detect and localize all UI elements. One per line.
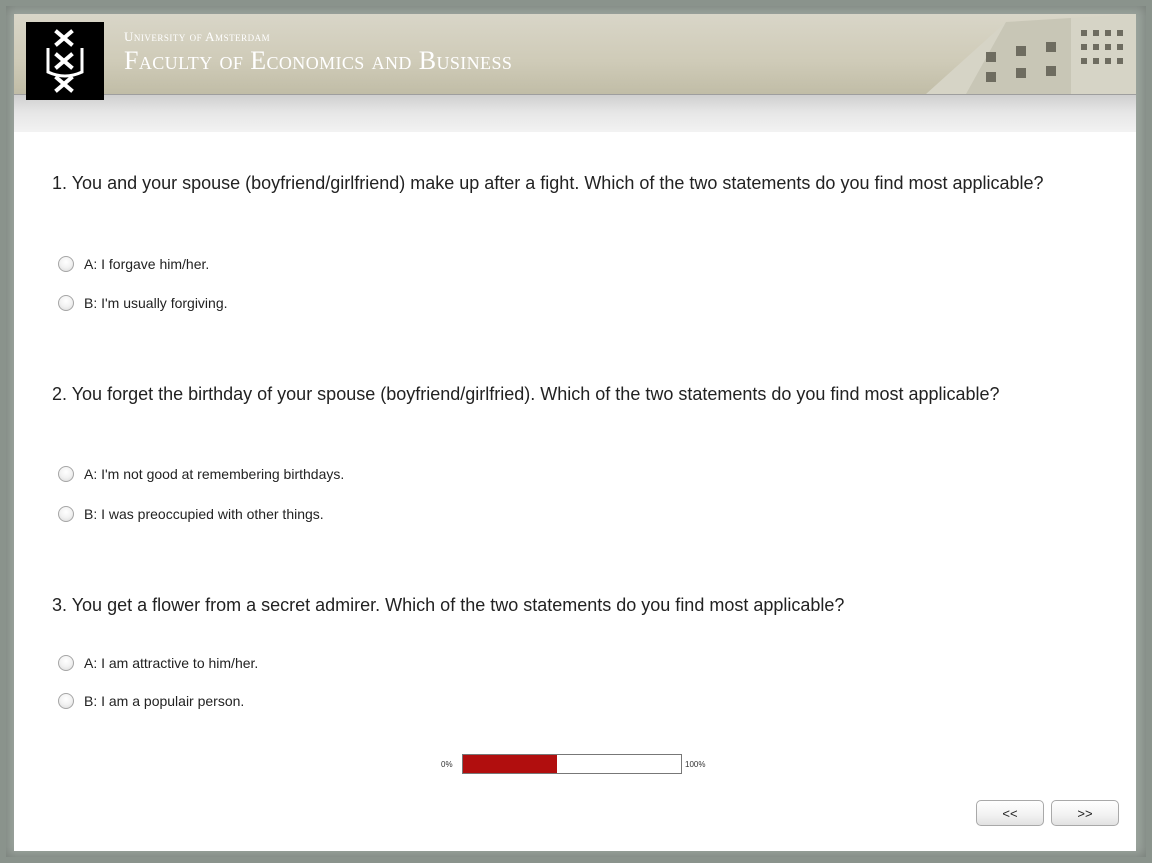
next-button[interactable]: >>	[1051, 800, 1119, 826]
radio-button[interactable]	[58, 256, 74, 272]
header-banner: University of Amsterdam Faculty of Econo…	[14, 14, 1136, 132]
radio-button[interactable]	[58, 466, 74, 482]
question-2-option-b[interactable]: B: I was preoccupied with other things.	[58, 504, 324, 524]
question-3-option-a[interactable]: A: I am attractive to him/her.	[58, 653, 258, 673]
question-3: 3. You get a flower from a secret admire…	[52, 595, 845, 615]
radio-button[interactable]	[58, 295, 74, 311]
radio-button[interactable]	[58, 693, 74, 709]
faculty-name: Faculty of Economics and Business	[124, 46, 513, 75]
radio-button[interactable]	[58, 506, 74, 522]
university-name: University of Amsterdam	[124, 29, 271, 44]
uva-logo-icon	[46, 29, 84, 93]
question-1-option-b[interactable]: B: I'm usually forgiving.	[58, 293, 228, 313]
progress-max-label: 100%	[685, 760, 706, 769]
survey-page: University of Amsterdam Faculty of Econo…	[14, 14, 1136, 851]
uva-logo	[26, 22, 104, 100]
progress-fill	[463, 755, 557, 773]
option-label: B: I was preoccupied with other things.	[84, 506, 324, 522]
back-button[interactable]: <<	[976, 800, 1044, 826]
question-2: 2. You forget the birthday of your spous…	[52, 384, 1000, 404]
option-label: B: I'm usually forgiving.	[84, 295, 228, 311]
question-1-option-a[interactable]: A: I forgave him/her.	[58, 254, 209, 274]
header-strip	[14, 94, 1136, 132]
progress-min-label: 0%	[441, 760, 453, 769]
option-label: A: I am attractive to him/her.	[84, 655, 259, 671]
option-label: A: I'm not good at remembering birthdays…	[84, 466, 345, 482]
option-label: B: I am a populair person.	[84, 693, 245, 709]
question-3-option-b[interactable]: B: I am a populair person.	[58, 691, 244, 711]
building-image	[926, 14, 1136, 94]
progress-bar	[462, 754, 682, 774]
radio-button[interactable]	[58, 655, 74, 671]
option-label: A: I forgave him/her.	[84, 256, 210, 272]
question-1: 1. You and your spouse (boyfriend/girlfr…	[52, 173, 1044, 193]
question-2-option-a[interactable]: A: I'm not good at remembering birthdays…	[58, 464, 344, 484]
